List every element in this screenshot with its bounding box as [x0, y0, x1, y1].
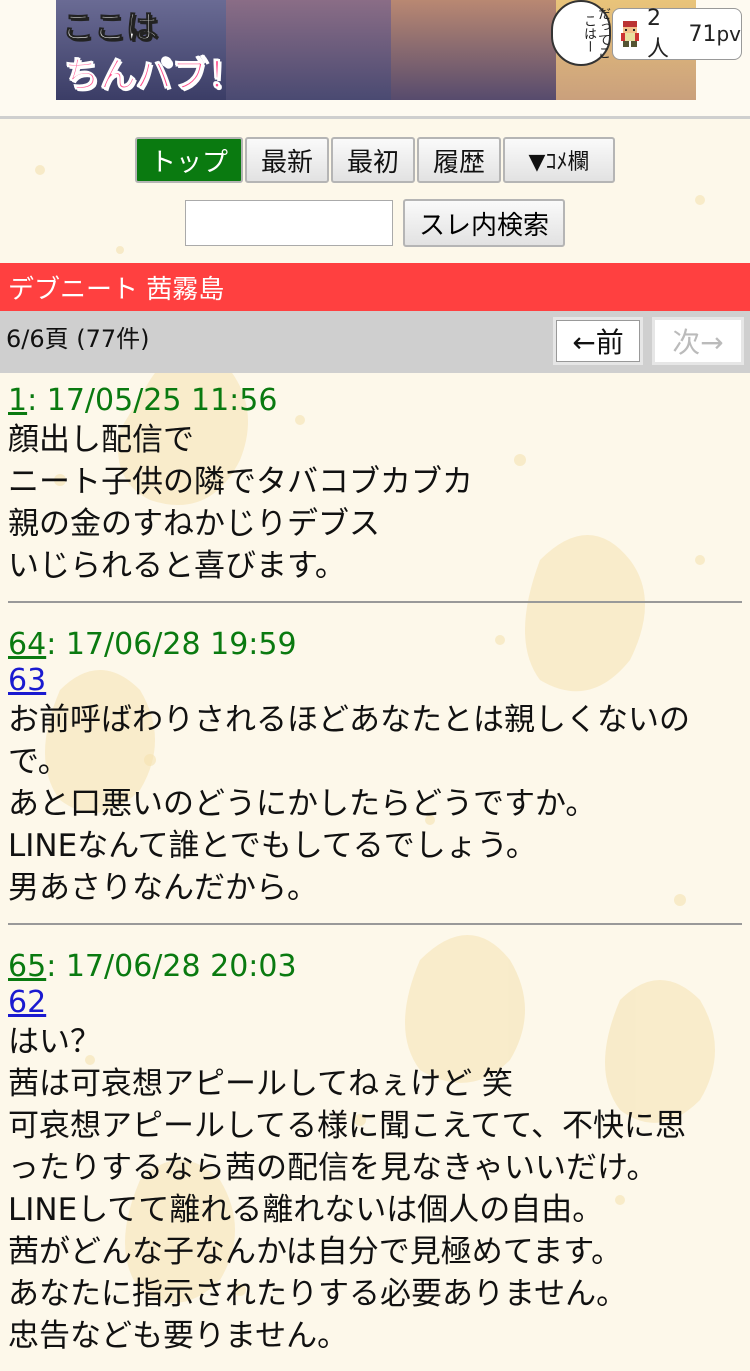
post-text-line: ニート子供の隣でタバコブカブカ	[8, 464, 473, 500]
post-text-line: で。	[8, 744, 69, 780]
post-number-link[interactable]: 65	[8, 949, 46, 984]
banner-panel	[226, 0, 391, 100]
post-header: 64: 17/06/28 19:59	[8, 627, 742, 663]
thread-search: スレ内検索	[0, 199, 750, 247]
top-button[interactable]: トップ	[135, 137, 243, 183]
banner-speech-bubble: だってここはー	[551, 0, 611, 66]
nav-bar: トップ 最新 最初 履歴 ▼ｺﾒ欄	[0, 137, 750, 183]
history-button[interactable]: 履歴	[417, 137, 501, 183]
post-text-line: 顔出し配信で	[8, 422, 194, 458]
post-text-line: 可哀想アピールしてる様に聞こえてて、不快に思	[8, 1108, 686, 1144]
banner-text: ここは	[61, 8, 159, 47]
pv-count: 71pv	[688, 21, 741, 47]
banner-panel	[391, 0, 556, 100]
comment-section-button[interactable]: ▼ｺﾒ欄	[503, 137, 615, 183]
post-date: : 17/06/28 20:03	[46, 949, 297, 984]
post-text-line: あと口悪いのどうにかしたらどうですか。	[8, 786, 597, 822]
post-date: : 17/05/25 11:56	[27, 383, 278, 418]
first-button[interactable]: 最初	[331, 137, 415, 183]
post-header: 65: 17/06/28 20:03	[8, 949, 742, 985]
post-text-line: お前呼ばわりされるほどあなたとは親しくないの	[8, 702, 690, 738]
pixel-character-icon	[619, 21, 641, 47]
post: 64: 17/06/28 19:59 63 お前呼ばわりされるほどあなたとは親し…	[8, 617, 742, 925]
next-page-button: 次→	[652, 317, 744, 365]
user-count: 2人	[647, 5, 670, 62]
post-text-line: 茜がどんな子なんかは自分で見極めてます。	[8, 1234, 623, 1270]
post-text-line: 茜は可哀想アピールしてねぇけど 笑	[8, 1066, 513, 1102]
post: 65: 17/06/28 20:03 62 はい？ 茜は可哀想アピールしてねぇけ…	[8, 939, 742, 1371]
ad-banner[interactable]: ここは ちんパブ！ だってここはー	[56, 0, 696, 100]
post-text-line: 忠告なども要りません。	[8, 1318, 349, 1354]
prev-page-button[interactable]: ←前	[553, 317, 643, 365]
latest-button[interactable]: 最新	[245, 137, 329, 183]
reply-anchor-link[interactable]: 63	[8, 663, 742, 699]
search-input[interactable]	[185, 200, 393, 246]
pageview-counter: 2人 71pv	[612, 5, 742, 62]
post-text-line: いじられると喜びます。	[8, 548, 346, 584]
reply-anchor-link[interactable]: 62	[8, 985, 742, 1021]
post-number-link[interactable]: 1	[8, 383, 27, 418]
post-list: 1: 17/05/25 11:56 顔出し配信で ニート子供の隣でタバコブカブカ…	[0, 373, 750, 1371]
post-text-line: 親の金のすねかじりデブス	[8, 506, 380, 542]
post-text-line: ったりするなら茜の配信を見なきゃいいだけ。	[8, 1150, 658, 1186]
post-header: 1: 17/05/25 11:56	[8, 383, 742, 419]
post-text-line: はい？	[8, 1024, 101, 1060]
post-text-line: 男あさりなんだから。	[8, 870, 318, 906]
pager: 6/6頁 (77件) ←前 次→	[0, 311, 750, 373]
post: 1: 17/05/25 11:56 顔出し配信で ニート子供の隣でタバコブカブカ…	[8, 373, 742, 603]
banner-text: ちんパブ！	[63, 55, 245, 97]
post-text-line: LINEしてて離れる離れないは個人の自由。	[8, 1192, 604, 1228]
page-count: 6/6頁 (77件)	[6, 325, 150, 353]
post-number-link[interactable]: 64	[8, 627, 46, 662]
header-banner-area: ここは ちんパブ！ だってここはー 2人 71pv	[0, 0, 750, 119]
post-text-line: LINEなんて誰とでもしてるでしょう。	[8, 828, 537, 864]
post-text-line: あなたに指示されたりする必要ありません。	[8, 1276, 628, 1312]
search-button[interactable]: スレ内検索	[403, 199, 565, 247]
post-date: : 17/06/28 19:59	[46, 627, 297, 662]
thread-title: デブニート 茜霧島	[0, 263, 750, 311]
